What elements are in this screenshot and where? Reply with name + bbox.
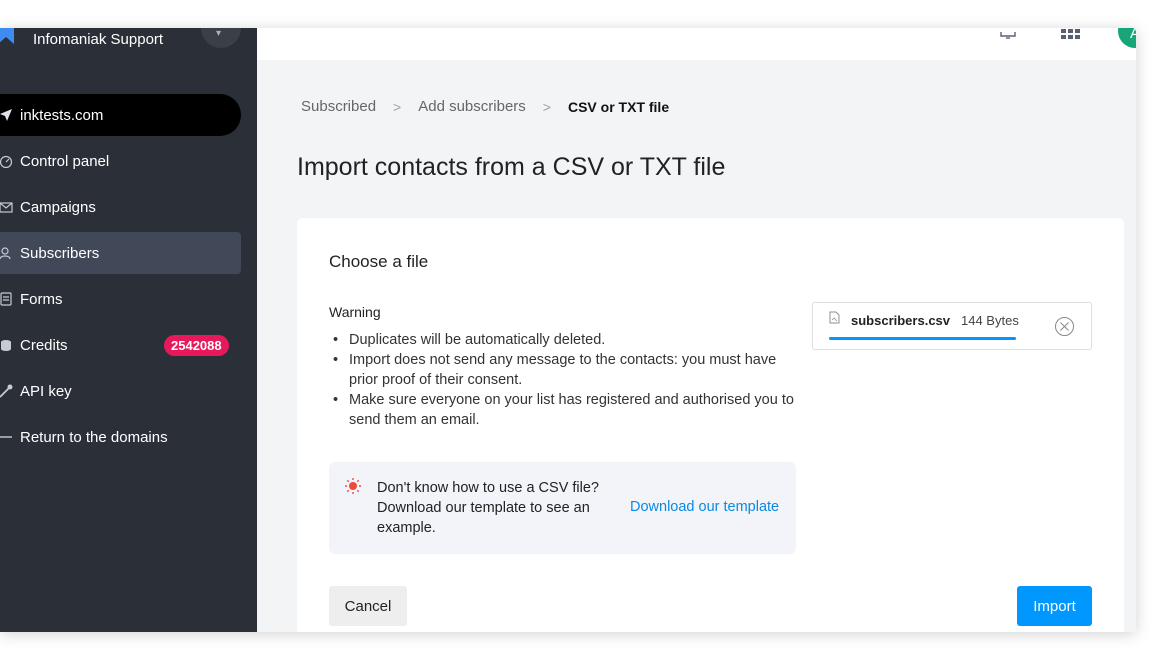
card-title: Choose a file [329,252,429,271]
sidebar-item-forms[interactable]: Forms [0,278,241,320]
bell-icon[interactable] [999,28,1017,45]
org-name: Infomaniak Support [33,31,164,48]
chevron-right-icon: > [393,98,402,115]
sidebar-item-domain[interactable]: inktests.com [0,94,241,136]
sidebar-item-credits[interactable]: Credits 2542088 [0,324,241,366]
sidebar-item-return-domains[interactable]: Return to the domains [0,416,241,458]
apps-grid-icon[interactable] [1061,28,1081,46]
avatar[interactable]: A [1118,28,1136,48]
sidebar-item-api-key[interactable]: API key [0,370,241,412]
sidebar-item-label: API key [20,382,72,400]
envelope-icon [0,199,14,215]
sidebar-item-label: Return to the domains [20,428,168,446]
upload-progress [829,337,1016,340]
upload-progress-fill [829,337,1016,340]
page-title: Import contacts from a CSV or TXT file [297,153,726,181]
list-item: Make sure everyone on your list has regi… [329,390,799,430]
sidebar-item-label: Campaigns [20,198,96,216]
chevron-right-icon: > [542,98,551,115]
org-switcher[interactable]: Infomaniak Support ▾ [0,28,257,54]
csv-help-tip: Don't know how to use a CSV file? Downlo… [329,462,796,554]
breadcrumb-current: CSV or TXT file [567,98,670,115]
warning-list: Duplicates will be automatically deleted… [329,330,799,430]
dashboard-icon [0,153,14,169]
sidebar-item-subscribers[interactable]: Subscribers [0,232,241,274]
import-card: Choose a file Warning Duplicates will be… [297,218,1124,632]
dash-icon [0,429,14,445]
chevron-down-icon: ▾ [216,28,222,39]
coins-icon [0,337,14,353]
lightbulb-icon [344,477,362,495]
form-icon [0,291,14,307]
sidebar-item-label: Control panel [20,152,110,170]
list-item: Import does not send any message to the … [329,350,799,390]
credits-badge: 2542088 [164,335,229,356]
sidebar-item-label: inktests.com [20,106,104,124]
tip-text: Don't know how to use a CSV file? Downlo… [377,480,599,536]
breadcrumb-add-subscribers[interactable]: Add subscribers [418,98,526,115]
remove-file-icon[interactable] [1054,316,1075,337]
list-item: Duplicates will be automatically deleted… [329,330,799,350]
breadcrumb: Subscribed > Add subscribers > CSV or TX… [301,98,669,115]
warning-title: Warning [329,304,381,320]
sidebar: Infomaniak Support ▾ inktests.com Contro… [0,28,257,632]
file-size: 144 Bytes [961,313,1019,328]
file-name: subscribers.csv [851,313,951,328]
download-template-link[interactable]: Download our template [630,499,779,515]
sidebar-item-control-panel[interactable]: Control panel [0,140,241,182]
file-icon [829,311,840,324]
cancel-button[interactable]: Cancel [329,586,407,626]
app-window: Infomaniak Support ▾ inktests.com Contro… [0,28,1136,632]
users-icon [0,245,14,261]
sidebar-item-label: Credits [20,336,68,354]
sidebar-item-label: Forms [20,290,63,308]
sidebar-item-label: Subscribers [20,244,100,262]
breadcrumb-subscribed[interactable]: Subscribed [301,98,376,115]
uploaded-file: subscribers.csv 144 Bytes [812,302,1092,350]
org-toggle-button[interactable]: ▾ [201,28,241,48]
top-bar: A [257,28,1136,60]
sidebar-item-campaigns[interactable]: Campaigns [0,186,241,228]
import-button[interactable]: Import [1017,586,1092,626]
key-icon [0,383,14,399]
infomaniak-logo-icon [0,28,16,46]
paper-plane-icon [0,107,14,123]
